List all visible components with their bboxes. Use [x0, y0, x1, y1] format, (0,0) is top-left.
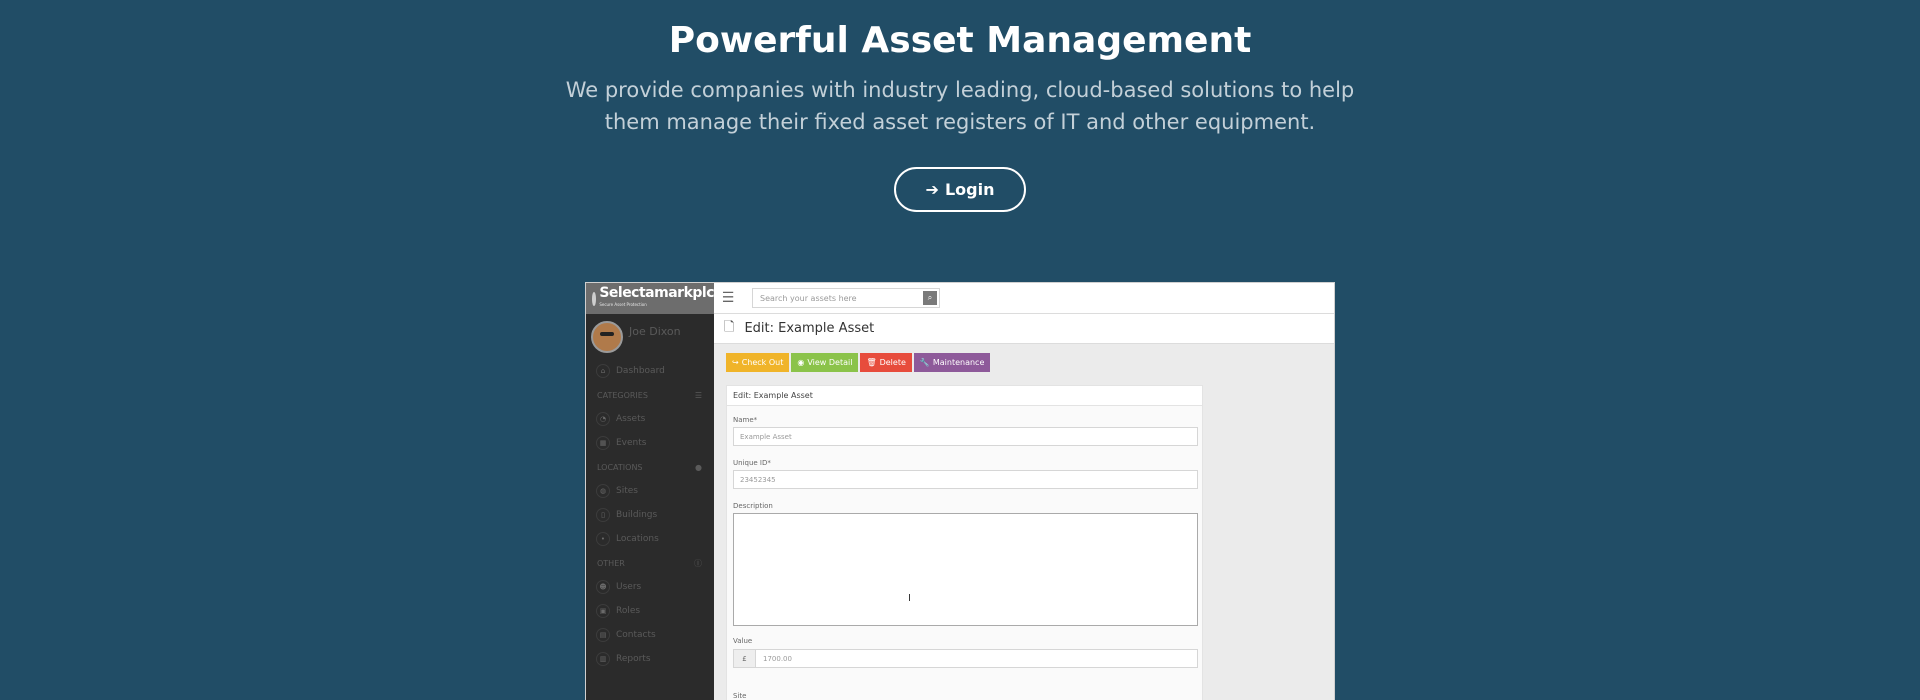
panel-title: Edit: Example Asset — [727, 386, 1202, 406]
lock-icon: ▣ — [596, 604, 610, 618]
avatar — [591, 320, 623, 353]
sidebar-item-reports[interactable]: ▥ Reports — [586, 647, 714, 671]
users-icon: ☻ — [596, 580, 610, 594]
eye-icon: ◉ — [797, 358, 805, 367]
sidebar: Selectamarkplc Secure Asset Protection J… — [586, 283, 714, 700]
contact-book-icon: ▤ — [596, 628, 610, 642]
nav-heading-categories: Categories ☰ — [597, 390, 702, 400]
map-marker-icon: • — [596, 532, 610, 546]
user-name: Joe Dixon — [629, 325, 681, 338]
sidebar-item-label: Users — [616, 582, 642, 592]
value-field[interactable]: 1700.00 — [756, 649, 1198, 668]
page-title: Edit: Example Asset — [744, 321, 875, 336]
login-label: Login — [944, 180, 995, 199]
sidebar-item-label: Sites — [616, 486, 638, 496]
nav-heading-locations: Locations ● — [597, 462, 702, 472]
share-icon: ↪ — [732, 358, 739, 367]
text-cursor-icon: I — [908, 593, 911, 604]
site-label: Site — [733, 692, 747, 700]
bar-chart-icon: ▥ — [596, 652, 610, 666]
app-screenshot: Selectamarkplc Secure Asset Protection J… — [585, 282, 1335, 700]
sidebar-item-label: Contacts — [616, 630, 656, 640]
action-bar: ↪ Check Out ◉ View Detail 🗑 Delete 🔧 Mainten… — [726, 353, 991, 372]
name-field[interactable]: Example Asset — [733, 427, 1198, 446]
info-icon: ⓘ — [694, 558, 702, 568]
sidebar-item-label: Events — [616, 438, 647, 448]
check-out-button[interactable]: ↪ Check Out — [726, 353, 790, 372]
user-panel: Joe Dixon — [586, 314, 714, 359]
search-icon[interactable]: ⌕ — [923, 291, 937, 305]
calendar-icon: ▦ — [596, 436, 610, 450]
globe-icon: ◍ — [596, 484, 610, 498]
sidebar-item-assets[interactable]: ◔ Assets — [586, 407, 714, 431]
list-icon: ☰ — [694, 390, 702, 400]
topbar: ☰ Search your assets here ⌕ — [714, 283, 1334, 314]
sidebar-item-locations[interactable]: • Locations — [586, 527, 714, 551]
arrow-right-icon: ➔ — [925, 180, 939, 199]
brand-text: Selectamarkplc Secure Asset Protection — [599, 286, 714, 311]
wrench-icon: 🔧 — [919, 358, 930, 367]
sidebar-item-buildings[interactable]: ▯ Buildings — [586, 503, 714, 527]
sidebar-item-events[interactable]: ▦ Events — [586, 431, 714, 455]
sidebar-item-label: Reports — [616, 654, 651, 664]
login-button[interactable]: ➔ Login — [894, 167, 1026, 212]
sidebar-item-roles[interactable]: ▣ Roles — [586, 599, 714, 623]
hero-subtitle: We provide companies with industry leadi… — [565, 78, 1355, 134]
view-detail-button[interactable]: ◉ View Detail — [791, 353, 859, 372]
value-row: £ 1700.00 — [733, 649, 1198, 668]
maintenance-button[interactable]: 🔧 Maintenance — [913, 353, 991, 372]
home-icon: ⌂ — [596, 364, 610, 378]
building-icon: ▯ — [596, 508, 610, 522]
sidebar-item-users[interactable]: ☻ Users — [586, 575, 714, 599]
unique-id-field[interactable]: 23452345 — [733, 470, 1198, 489]
sidebar-item-dashboard[interactable]: ⌂ Dashboard — [586, 359, 714, 383]
file-icon: 🗋 — [724, 319, 735, 335]
sidebar-item-label: Locations — [616, 534, 659, 544]
map-marker-icon: ● — [695, 462, 702, 472]
unique-id-label: Unique ID* — [733, 459, 771, 467]
brand: Selectamarkplc Secure Asset Protection — [586, 283, 714, 314]
nav-heading-other: Other ⓘ — [597, 558, 702, 568]
hamburger-menu-icon[interactable]: ☰ — [714, 290, 742, 306]
sidebar-item-contacts[interactable]: ▤ Contacts — [586, 623, 714, 647]
search-input[interactable]: Search your assets here ⌕ — [752, 288, 940, 308]
page-header: 🗋 Edit: Example Asset — [714, 314, 1334, 344]
sidebar-item-label: Assets — [616, 414, 646, 424]
sidebar-item-sites[interactable]: ◍ Sites — [586, 479, 714, 503]
search-placeholder: Search your assets here — [760, 293, 857, 303]
description-field[interactable]: I — [733, 513, 1198, 626]
currency-addon: £ — [733, 649, 756, 668]
sidebar-item-label: Dashboard — [616, 366, 665, 376]
sidebar-item-label: Roles — [616, 606, 641, 616]
delete-button[interactable]: 🗑 Delete — [860, 353, 912, 372]
sidebar-item-label: Buildings — [616, 510, 658, 520]
value-label: Value — [733, 637, 753, 645]
brand-logo-icon — [592, 291, 597, 306]
hero-title: Powerful Asset Management — [668, 20, 1252, 61]
pie-chart-icon: ◔ — [596, 412, 610, 426]
description-label: Description — [733, 502, 773, 510]
name-label: Name* — [733, 416, 758, 424]
trash-icon: 🗑 — [866, 358, 877, 367]
edit-panel: Edit: Example Asset Name* Example Asset … — [726, 385, 1203, 700]
